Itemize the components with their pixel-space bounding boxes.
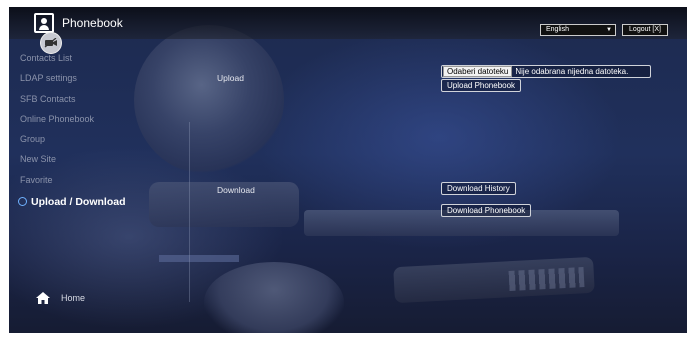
upload-label: Upload bbox=[217, 73, 244, 83]
remote-image bbox=[393, 256, 595, 304]
microphone-image bbox=[204, 262, 344, 333]
file-status-text: Nije odabrana nijedna datoteka. bbox=[515, 67, 629, 76]
sidebar: Contacts List LDAP settings SFB Contacts… bbox=[9, 7, 189, 333]
home-icon[interactable] bbox=[36, 292, 50, 304]
divider bbox=[189, 122, 190, 302]
remote-keys-image bbox=[508, 267, 585, 291]
sidebar-item-new-site[interactable]: New Site bbox=[20, 154, 56, 164]
sidebar-item-online-phonebook[interactable]: Online Phonebook bbox=[20, 114, 94, 124]
sidebar-item-group[interactable]: Group bbox=[20, 134, 45, 144]
active-indicator-icon bbox=[18, 196, 27, 206]
language-select-value: English bbox=[546, 26, 569, 33]
chevron-down-icon: ▼ bbox=[606, 27, 612, 33]
sidebar-item-sfb-contacts[interactable]: SFB Contacts bbox=[20, 94, 76, 104]
upload-phonebook-button[interactable]: Upload Phonebook bbox=[441, 79, 522, 92]
sidebar-item-label: Upload / Download bbox=[31, 196, 126, 208]
sidebar-item-contacts-list[interactable]: Contacts List bbox=[20, 53, 72, 63]
sidebar-item-ldap-settings[interactable]: LDAP settings bbox=[20, 73, 77, 83]
language-select[interactable]: English ▼ bbox=[540, 24, 616, 36]
sidebar-item-upload-download[interactable]: Upload / Download bbox=[18, 196, 126, 208]
app-window: Phonebook English ▼ Logout [X] Contacts … bbox=[9, 7, 687, 333]
download-history-button[interactable]: Download History bbox=[441, 182, 516, 195]
file-input[interactable]: Odaberi datoteku Nije odabrana nijedna da… bbox=[441, 65, 651, 78]
logout-button[interactable]: Logout [X] bbox=[622, 24, 668, 36]
home-link[interactable]: Home bbox=[61, 293, 85, 303]
choose-file-button[interactable]: Odaberi datoteku bbox=[443, 66, 513, 77]
sidebar-item-favorite[interactable]: Favorite bbox=[20, 175, 53, 185]
download-phonebook-button[interactable]: Download Phonebook bbox=[441, 204, 532, 217]
download-label: Download bbox=[217, 185, 255, 195]
